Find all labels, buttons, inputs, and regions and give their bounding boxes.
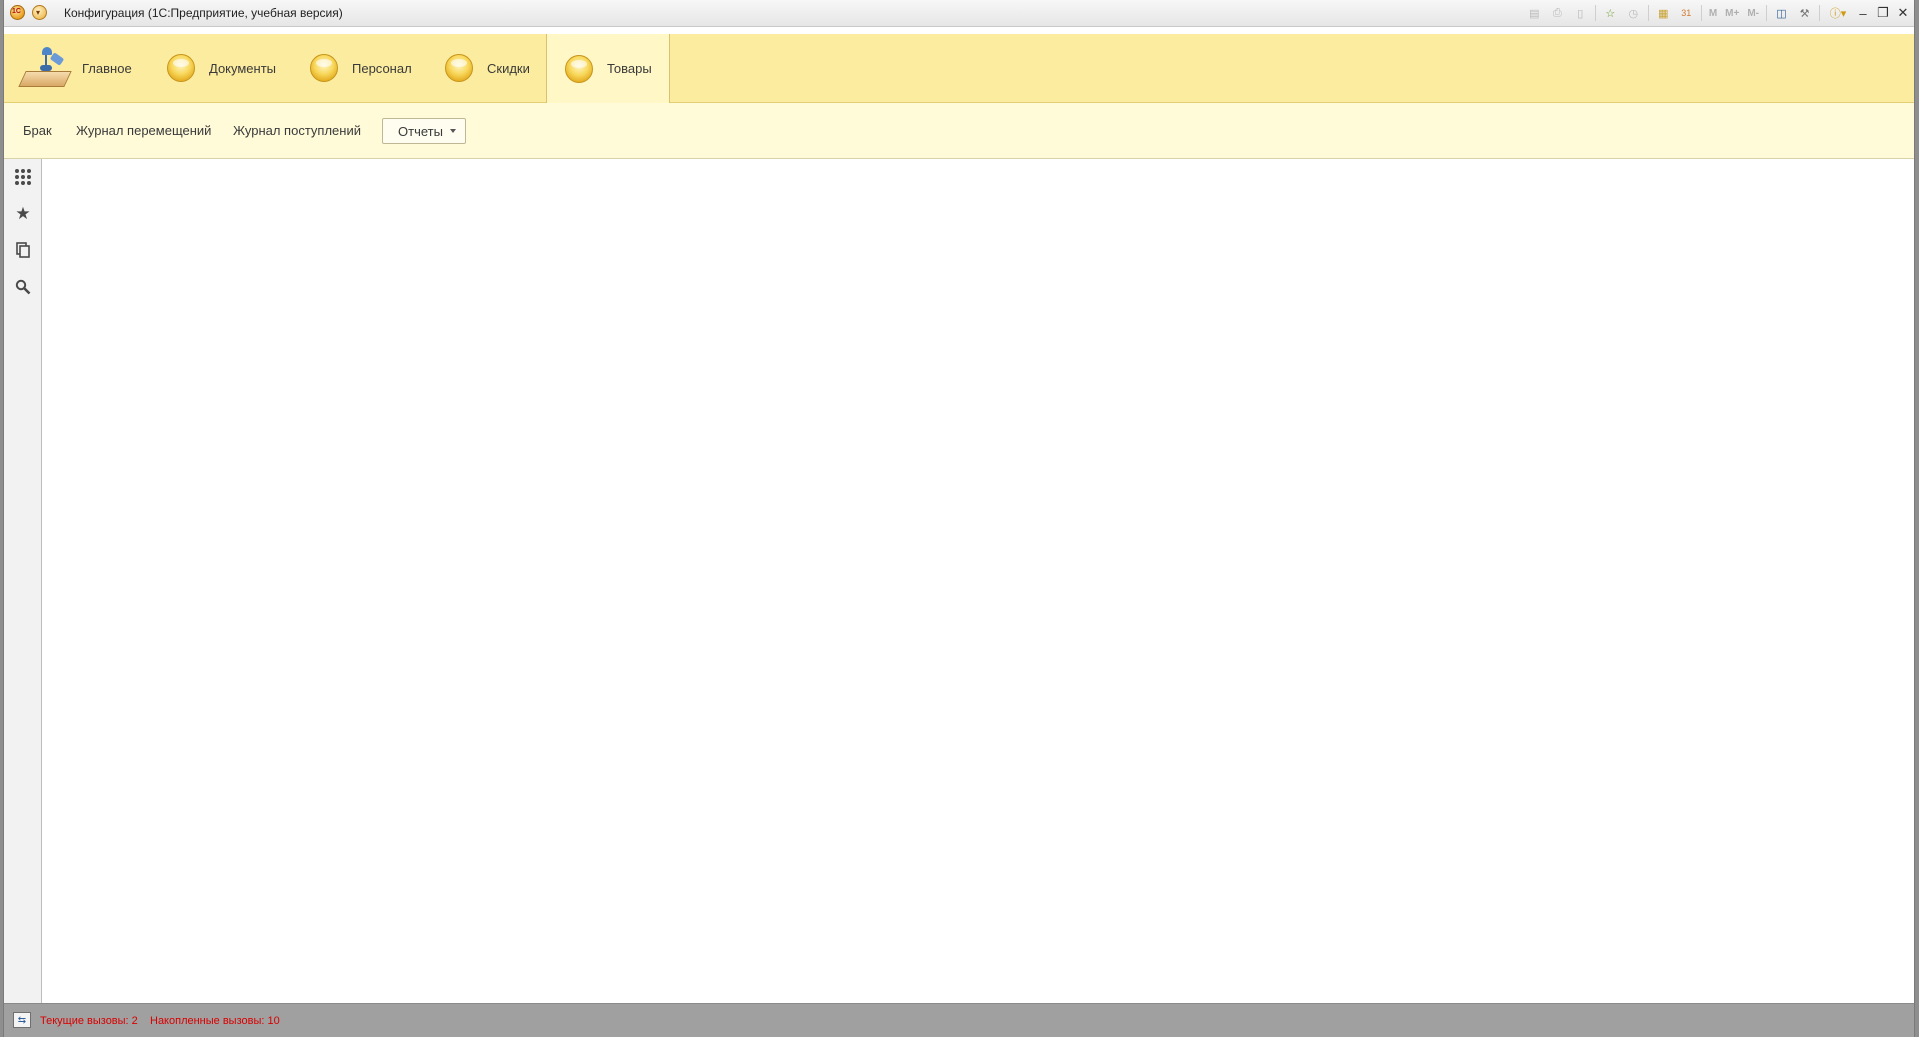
section-orb-icon <box>565 54 593 83</box>
app-logo-icon[interactable]: 1С <box>10 5 25 20</box>
memory-subtract-button[interactable]: M- <box>1746 5 1760 22</box>
section-label: Скидки <box>487 60 530 76</box>
info-icon[interactable]: ⓘ▾ <box>1826 5 1850 22</box>
desk-lamp-icon <box>18 45 72 91</box>
section-main[interactable]: Главное <box>18 34 132 102</box>
section-label: Главное <box>82 60 132 76</box>
accumulated-calls-text: Накопленные вызовы: 10 <box>150 1015 280 1027</box>
sections-panel: Главное Документы Персонал Скидки Товары <box>4 34 1914 103</box>
app-window: 1С ▾ Конфигурация (1С:Предприятие, учебн… <box>3 0 1915 1037</box>
tools-icon[interactable]: ⚒ <box>1796 5 1813 22</box>
minimize-icon[interactable]: – <box>1856 5 1870 22</box>
toolbar-divider <box>1819 5 1820 21</box>
title-toolbar: ▤ ⎙ ▯ ☆ ◷ ▦ 31 M M+ M- ◫ ⚒ ⓘ▾ – ❐ ✕ <box>1526 3 1910 23</box>
panels-layout-icon[interactable]: ◫ <box>1773 5 1790 22</box>
section-label: Товары <box>607 61 652 76</box>
command-transfers-journal[interactable]: Журнал перемещений <box>76 123 211 138</box>
history-icon[interactable] <box>14 241 32 259</box>
history-icon[interactable]: ◷ <box>1625 5 1642 22</box>
section-documents[interactable]: Документы <box>167 34 276 102</box>
favorite-add-icon[interactable]: ☆ <box>1602 5 1619 22</box>
chevron-down-icon: ▾ <box>36 8 41 17</box>
section-orb-icon <box>445 54 473 82</box>
section-label: Документы <box>209 60 277 76</box>
window-title: Конфигурация (1С:Предприятие, учебная ве… <box>64 6 343 20</box>
memory-store-button[interactable]: M <box>1708 5 1718 22</box>
command-defects[interactable]: Брак <box>23 123 52 138</box>
toolbar-divider <box>1594 5 1596 21</box>
restore-icon[interactable]: ❐ <box>1876 5 1890 22</box>
commands-panel: Брак Журнал перемещений Журнал поступлен… <box>4 103 1914 159</box>
main-content-area <box>42 159 1914 1004</box>
main-menu-button[interactable]: ▾ <box>32 5 47 20</box>
calendar-icon[interactable]: 31 <box>1678 5 1695 22</box>
preview-icon[interactable]: ▯ <box>1572 5 1589 22</box>
title-bar: 1С ▾ Конфигурация (1С:Предприятие, учебн… <box>4 0 1914 27</box>
current-calls-text: Текущие вызовы: 2 <box>40 1015 138 1027</box>
section-orb-icon <box>310 54 338 82</box>
toolbar-divider <box>1700 5 1702 21</box>
section-orb-icon <box>167 54 195 82</box>
toolbar-divider <box>1766 5 1767 21</box>
section-discounts[interactable]: Скидки <box>445 34 530 102</box>
calculator-icon[interactable]: ▦ <box>1655 5 1672 22</box>
command-receipts-journal[interactable]: Журнал поступлений <box>233 123 361 138</box>
reports-label: Отчеты <box>398 123 443 139</box>
left-sidebar: ★ <box>4 159 42 1004</box>
close-icon[interactable]: ✕ <box>1896 5 1910 22</box>
search-icon[interactable] <box>14 278 32 296</box>
section-label: Персонал <box>352 60 412 76</box>
toolbar-divider <box>1647 5 1649 21</box>
memory-add-button[interactable]: M+ <box>1724 5 1740 22</box>
save-icon[interactable]: ▤ <box>1526 5 1543 22</box>
status-bar: ⇆ Текущие вызовы: 2 Накопленные вызовы: … <box>4 1003 1914 1037</box>
reports-dropdown-button[interactable]: Отчеты <box>382 118 466 144</box>
chevron-down-icon <box>450 129 456 133</box>
print-icon[interactable]: ⎙ <box>1549 5 1566 22</box>
favorites-star-icon[interactable]: ★ <box>14 204 32 223</box>
section-personnel[interactable]: Персонал <box>310 34 412 102</box>
connection-monitor-icon[interactable]: ⇆ <box>13 1012 31 1028</box>
section-goods[interactable]: Товары <box>546 34 670 103</box>
functions-menu-icon[interactable] <box>14 168 32 186</box>
